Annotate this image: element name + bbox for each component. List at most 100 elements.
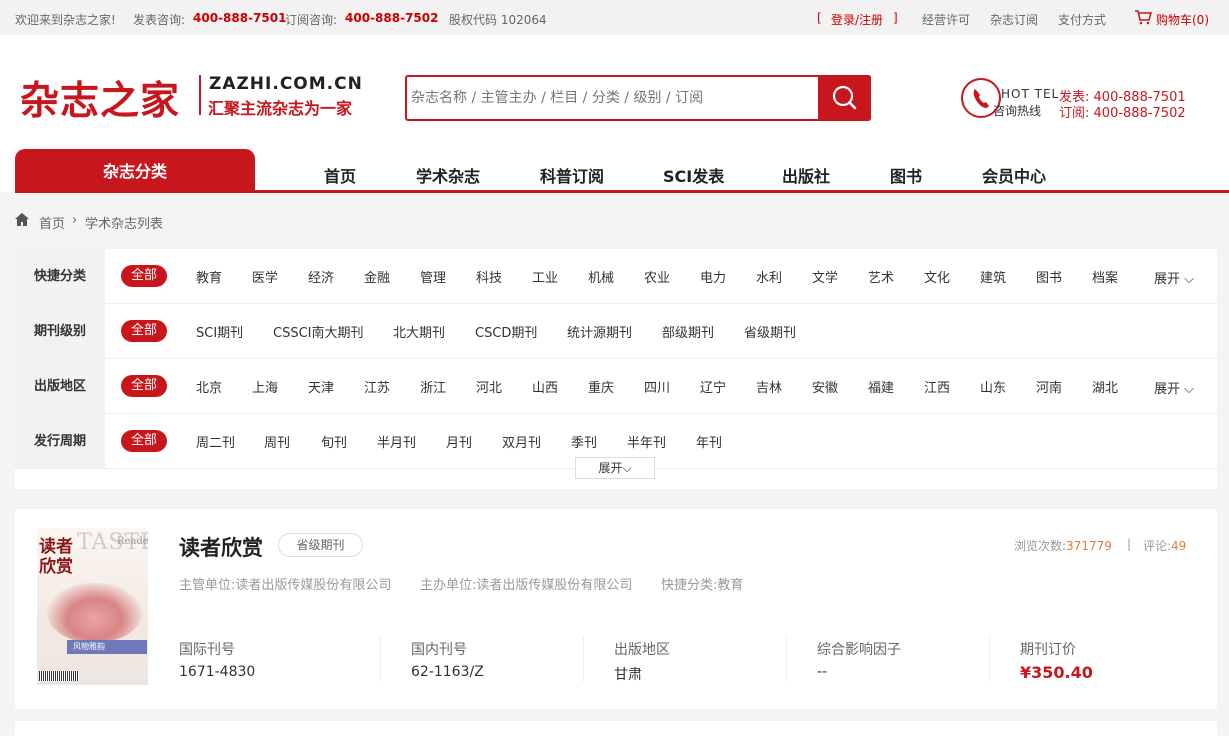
- cover-title-line2: 欣赏: [39, 557, 73, 577]
- nav-popular-science[interactable]: 科普订阅: [540, 163, 604, 187]
- top-bar: 欢迎来到杂志之家! 发表咨询: 400-888-7501 订阅咨询: 400-8…: [0, 0, 1229, 35]
- login-link[interactable]: 登录/注册: [831, 11, 883, 28]
- filter-expand-button[interactable]: 展开 ⌵: [1154, 268, 1194, 287]
- filter-option[interactable]: 四川: [644, 377, 670, 396]
- filter-option[interactable]: 年刊: [696, 432, 722, 451]
- field-label: 综合影响因子: [817, 642, 901, 658]
- cart-link[interactable]: 购物车(0): [1156, 11, 1209, 28]
- filter-option[interactable]: 吉林: [756, 377, 782, 396]
- magazine-title[interactable]: 读者欣赏: [179, 532, 263, 562]
- filter-option[interactable]: 季刊: [571, 432, 597, 451]
- breadcrumb-home[interactable]: 首页: [39, 213, 65, 232]
- filter-option[interactable]: 半年刊: [627, 432, 666, 451]
- filter-option[interactable]: 文化: [924, 267, 950, 286]
- logo-slogan: 汇聚主流杂志为一家: [208, 99, 353, 118]
- filter-option[interactable]: 山东: [980, 377, 1006, 396]
- comments-count: 49: [1171, 539, 1187, 553]
- nav-member[interactable]: 会员中心: [982, 163, 1046, 187]
- views-count: 371779: [1066, 539, 1112, 553]
- filter-option[interactable]: 图书: [1036, 267, 1062, 286]
- supervisor-unit: 主管单位:读者出版传媒股份有限公司: [179, 578, 392, 593]
- payment-link[interactable]: 支付方式: [1058, 11, 1106, 28]
- logo-en: ZAZHI.COM.CN: [209, 74, 363, 94]
- filter-option[interactable]: 安徽: [812, 377, 838, 396]
- filter-option[interactable]: 北京: [196, 377, 222, 396]
- filter-all-button[interactable]: 全部: [121, 265, 167, 287]
- nav-sci[interactable]: SCI发表: [663, 163, 724, 187]
- filter-option[interactable]: 水利: [756, 267, 782, 286]
- filter-option[interactable]: 江苏: [364, 377, 390, 396]
- field-value: 62-1163/Z: [411, 664, 484, 680]
- search-input[interactable]: [411, 86, 811, 110]
- filter-all-button[interactable]: 全部: [121, 375, 167, 397]
- filter-all-button[interactable]: 全部: [121, 430, 167, 452]
- search-box: [405, 75, 871, 121]
- filter-option[interactable]: 旬刊: [321, 432, 347, 451]
- filter-option[interactable]: 档案: [1092, 267, 1118, 286]
- filter-option[interactable]: 部级期刊: [662, 322, 714, 341]
- filter-option[interactable]: 机械: [588, 267, 614, 286]
- nav-academic[interactable]: 学术杂志: [416, 163, 480, 187]
- pub-hotline-label: 发表咨询:: [133, 13, 186, 27]
- stat-separator: |: [1127, 537, 1132, 551]
- magazine-card[interactable]: TASTE Reader's 读者 欣赏 风物雅韵 读者欣赏 省级期刊 浏览次数…: [15, 509, 1217, 709]
- filter-option[interactable]: 统计源期刊: [567, 322, 632, 341]
- hot-tel-label: HOT TEL: [1001, 87, 1060, 101]
- search-button[interactable]: [818, 75, 871, 121]
- filter-option[interactable]: 月刊: [446, 432, 472, 451]
- filter-option[interactable]: 科技: [476, 267, 502, 286]
- filter-option[interactable]: 文学: [812, 267, 838, 286]
- filter-option[interactable]: 山西: [532, 377, 558, 396]
- pub-hotline-number: 400-888-7501: [193, 11, 287, 25]
- filter-option[interactable]: 天津: [308, 377, 334, 396]
- field-divider: [380, 636, 381, 682]
- filter-all-button[interactable]: 全部: [121, 320, 167, 342]
- filter-option[interactable]: 管理: [420, 267, 446, 286]
- filter-label: 出版地区: [15, 359, 105, 414]
- nav-category-button[interactable]: 杂志分类: [15, 149, 255, 190]
- filter-option[interactable]: 双月刊: [502, 432, 541, 451]
- filter-option[interactable]: 周刊: [264, 432, 290, 451]
- filter-option[interactable]: 浙江: [420, 377, 446, 396]
- filter-option[interactable]: 辽宁: [700, 377, 726, 396]
- filter-option[interactable]: CSSCI南大期刊: [273, 322, 364, 341]
- filter-option[interactable]: 农业: [644, 267, 670, 286]
- filter-option[interactable]: 工业: [532, 267, 558, 286]
- nav-home[interactable]: 首页: [324, 163, 356, 187]
- filter-option[interactable]: 福建: [868, 377, 894, 396]
- logo-divider: [199, 75, 201, 115]
- filter-option[interactable]: 江西: [924, 377, 950, 396]
- filter-expand-button[interactable]: 展开 ⌵: [1154, 378, 1194, 397]
- filter-option[interactable]: 教育: [196, 267, 222, 286]
- level-badge: 省级期刊: [278, 533, 363, 557]
- filter-option[interactable]: 金融: [364, 267, 390, 286]
- filter-option[interactable]: 重庆: [588, 377, 614, 396]
- filter-option[interactable]: 半月刊: [377, 432, 416, 451]
- magazine-cover[interactable]: TASTE Reader's 读者 欣赏 风物雅韵: [37, 528, 148, 685]
- filter-option[interactable]: 省级期刊: [744, 322, 796, 341]
- subscribe-link[interactable]: 杂志订阅: [990, 11, 1038, 28]
- filter-option[interactable]: CSCD期刊: [475, 322, 537, 341]
- filter-expand-all-button[interactable]: 展开⌵: [575, 457, 655, 479]
- cart-icon[interactable]: [1134, 9, 1152, 28]
- filter-option[interactable]: 周二刊: [196, 432, 235, 451]
- filter-option[interactable]: SCI期刊: [196, 322, 243, 341]
- comments-label: 评论:: [1143, 539, 1172, 553]
- filter-option[interactable]: 上海: [252, 377, 278, 396]
- comments-stat: 评论:49: [1143, 537, 1186, 554]
- filter-option[interactable]: 电力: [700, 267, 726, 286]
- filter-option[interactable]: 艺术: [868, 267, 894, 286]
- filter-option[interactable]: 建筑: [980, 267, 1006, 286]
- filter-option[interactable]: 北大期刊: [393, 322, 445, 341]
- filter-option[interactable]: 医学: [252, 267, 278, 286]
- filter-option[interactable]: 湖北: [1092, 377, 1118, 396]
- nav-publisher[interactable]: 出版社: [782, 163, 830, 187]
- filter-label: 发行周期: [15, 414, 105, 469]
- logo-cn[interactable]: 杂志之家: [20, 70, 180, 126]
- filter-option[interactable]: 河北: [476, 377, 502, 396]
- filter-option[interactable]: 经济: [308, 267, 334, 286]
- nav-books[interactable]: 图书: [890, 163, 922, 187]
- filter-option[interactable]: 河南: [1036, 377, 1062, 396]
- license-link[interactable]: 经营许可: [922, 11, 970, 28]
- home-icon[interactable]: [15, 213, 29, 230]
